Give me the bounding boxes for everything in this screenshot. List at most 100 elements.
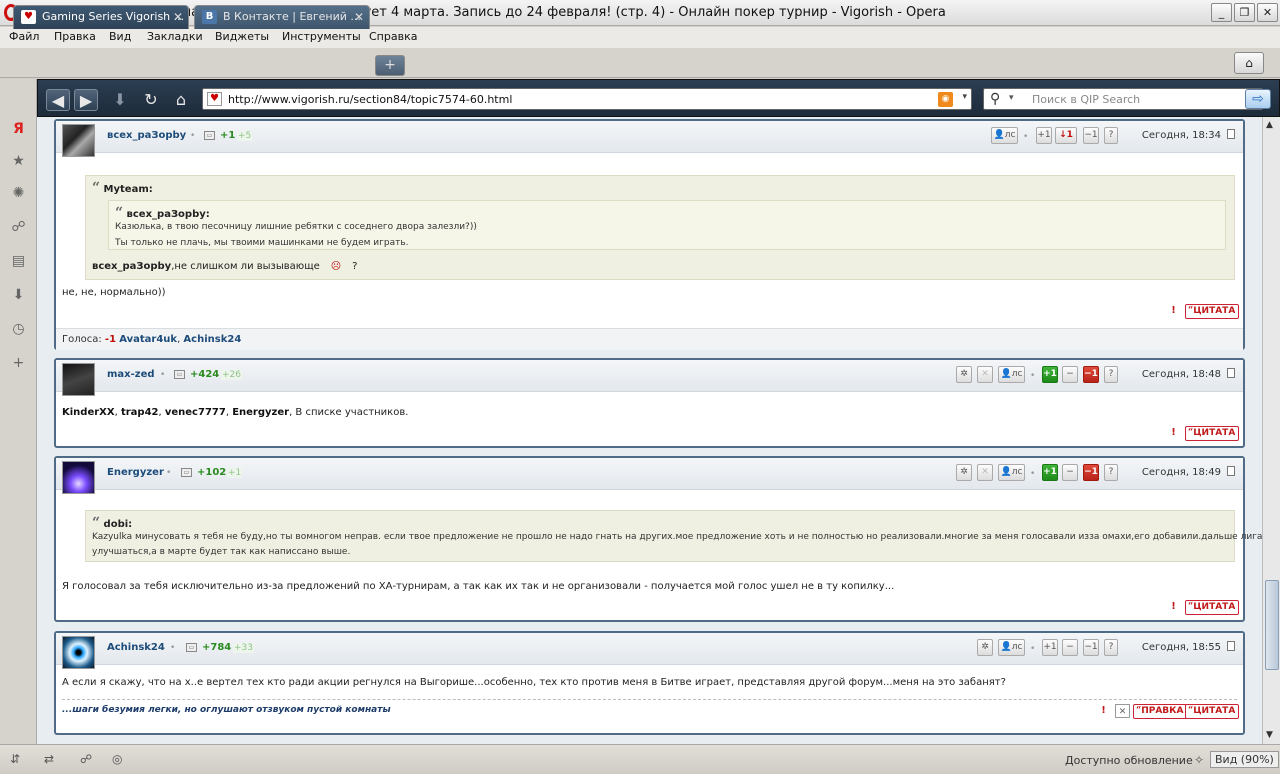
settings-gear-icon[interactable]: ✲ <box>956 366 972 383</box>
close-button[interactable]: ✕ <box>1257 3 1278 22</box>
tab-vkontakte[interactable]: B В Контакте | Евгений ... ✕ <box>194 5 370 29</box>
menu-bookmarks[interactable]: Закладки <box>147 30 203 43</box>
quote-button[interactable]: “ЦИТАТА <box>1185 600 1240 615</box>
post-author[interactable]: Energyzer <box>107 467 164 478</box>
menu-edit[interactable]: Правка <box>54 30 96 43</box>
post-text: Я голосовал за тебя исключительно из-за … <box>62 581 895 592</box>
vote-plus-button[interactable]: +1 <box>1042 366 1058 383</box>
permalink-icon[interactable] <box>1227 368 1235 378</box>
private-message-button[interactable]: 👤лс <box>998 639 1025 656</box>
search-engine-icon[interactable]: ⚲ <box>990 91 1000 107</box>
scroll-up-icon[interactable]: ▲ <box>1266 120 1273 130</box>
post-author[interactable]: всех_раЗорbу <box>107 130 186 141</box>
vote-plus-button[interactable]: +1 <box>1036 127 1052 144</box>
private-message-button[interactable]: 👤лс <box>998 366 1025 383</box>
online-dot-icon: • <box>160 370 166 380</box>
settings-gear-icon[interactable]: ✲ <box>956 464 972 481</box>
vote-minus-button[interactable]: −1 <box>1083 366 1099 383</box>
menu-tools[interactable]: Инструменты <box>282 30 361 43</box>
new-tab-button[interactable]: + <box>375 55 405 76</box>
report-button[interactable]: ! <box>1166 426 1181 440</box>
permalink-icon[interactable] <box>1227 641 1235 651</box>
panels-toggle-icon[interactable]: ⇵ <box>10 752 20 766</box>
post-author[interactable]: Achinsk24 <box>107 642 165 653</box>
address-field[interactable]: ♥ http://www.vigorish.ru/section84/topic… <box>202 88 972 110</box>
widgets-panel-icon[interactable]: ✺ <box>10 185 27 202</box>
vote-minus-button[interactable]: −1 <box>1083 639 1099 656</box>
quote-button[interactable]: “ЦИТАТА <box>1185 304 1240 319</box>
rss-feed-icon[interactable]: ◉ <box>938 92 953 107</box>
avatar[interactable] <box>62 124 95 157</box>
scrollbar-thumb[interactable] <box>1265 580 1279 670</box>
permalink-icon[interactable] <box>1227 466 1235 476</box>
downloads-panel-icon[interactable]: ⬇ <box>10 287 27 304</box>
vote-minus-button[interactable]: −1 <box>1083 127 1099 144</box>
profile-card-icon[interactable]: ▭ <box>181 468 192 477</box>
delete-button[interactable]: ✕ <box>1115 704 1130 718</box>
close-tab-icon[interactable]: ✕ <box>354 6 364 28</box>
quote-button[interactable]: “ЦИТАТА <box>1185 704 1240 719</box>
settings-gear-icon[interactable]: ✲ <box>977 639 993 656</box>
history-panel-icon[interactable]: ◷ <box>10 321 27 338</box>
search-engine-dropdown-icon[interactable]: ▾ <box>1009 93 1014 103</box>
vote-neutral-button[interactable]: − <box>1062 366 1078 383</box>
vote-count-button[interactable]: ↓1 <box>1055 127 1077 144</box>
profile-card-icon[interactable]: ▭ <box>186 643 197 652</box>
closed-tabs-trash-icon[interactable]: ⌂ <box>1234 52 1264 74</box>
close-tab-icon[interactable]: ✕ <box>173 6 183 28</box>
quote-button[interactable]: “ЦИТАТА <box>1185 426 1240 441</box>
download-icon[interactable]: ⬇ <box>108 89 132 111</box>
private-message-button[interactable]: 👤лс <box>998 464 1025 481</box>
sync-icon[interactable]: ⇄ <box>44 752 54 766</box>
forward-button[interactable]: ▶ <box>74 89 98 111</box>
tab-vigorish[interactable]: ♥ Gaming Series Vigorish ... ✕ <box>13 5 189 29</box>
report-button[interactable]: ! <box>1166 304 1181 318</box>
vote-neutral-button[interactable]: − <box>1062 464 1078 481</box>
menu-file[interactable]: Файл <box>9 30 39 43</box>
vote-neutral-button[interactable]: − <box>1062 639 1078 656</box>
vote-plus-button[interactable]: +1 <box>1042 464 1058 481</box>
help-button[interactable]: ? <box>1104 464 1118 481</box>
permalink-icon[interactable] <box>1227 129 1235 139</box>
avatar[interactable] <box>62 636 95 669</box>
report-button[interactable]: ! <box>1096 704 1111 718</box>
yandex-icon[interactable]: Я <box>10 121 27 138</box>
edit-button[interactable]: “ПРАВКА <box>1133 704 1188 719</box>
add-panel-icon[interactable]: + <box>10 355 27 372</box>
search-go-button[interactable]: ⇨ <box>1245 89 1271 109</box>
help-button[interactable]: ? <box>1104 127 1118 144</box>
zoom-control[interactable]: Вид (90%) <box>1210 751 1279 768</box>
unite-panel-icon[interactable]: ☍ <box>10 219 27 236</box>
post-author[interactable]: max-zed <box>107 369 155 380</box>
private-message-button[interactable]: 👤лс <box>991 127 1018 144</box>
report-button[interactable]: ! <box>1166 600 1181 614</box>
vote-plus-button[interactable]: +1 <box>1042 639 1058 656</box>
history-dropdown-icon[interactable]: ▾ <box>962 92 967 102</box>
update-available-text[interactable]: Доступно обновление <box>1065 754 1193 767</box>
smiley-icon: ☹ <box>330 261 342 272</box>
profile-card-icon[interactable]: ▭ <box>174 370 185 379</box>
back-button[interactable]: ◀ <box>46 89 70 111</box>
scroll-down-icon[interactable]: ▼ <box>1266 730 1273 740</box>
unite-icon[interactable]: ☍ <box>80 752 92 766</box>
avatar[interactable] <box>62 363 95 396</box>
menu-bar: Файл Правка Вид Закладки Виджеты Инструм… <box>0 27 1280 48</box>
show-images-icon[interactable]: ✧ <box>1194 753 1204 767</box>
menu-help[interactable]: Справка <box>369 30 417 43</box>
vertical-scrollbar[interactable]: ▲ ▼ <box>1262 117 1280 744</box>
minimize-button[interactable]: _ <box>1211 3 1232 22</box>
menu-widgets[interactable]: Виджеты <box>215 30 269 43</box>
help-button[interactable]: ? <box>1104 366 1118 383</box>
turbo-icon[interactable]: ◎ <box>112 752 122 766</box>
notes-panel-icon[interactable]: ▤ <box>10 253 27 270</box>
help-button[interactable]: ? <box>1104 639 1118 656</box>
bookmarks-panel-icon[interactable]: ★ <box>10 153 27 170</box>
menu-view[interactable]: Вид <box>109 30 131 43</box>
home-button[interactable]: ⌂ <box>169 89 193 111</box>
vote-minus-button[interactable]: −1 <box>1083 464 1099 481</box>
restore-button[interactable]: ❐ <box>1234 3 1255 22</box>
avatar[interactable] <box>62 461 95 494</box>
reload-button[interactable]: ↻ <box>139 89 163 111</box>
search-field[interactable]: ⚲ ▾ Поиск в QIP Search <box>983 88 1263 110</box>
profile-card-icon[interactable]: ▭ <box>204 131 215 140</box>
